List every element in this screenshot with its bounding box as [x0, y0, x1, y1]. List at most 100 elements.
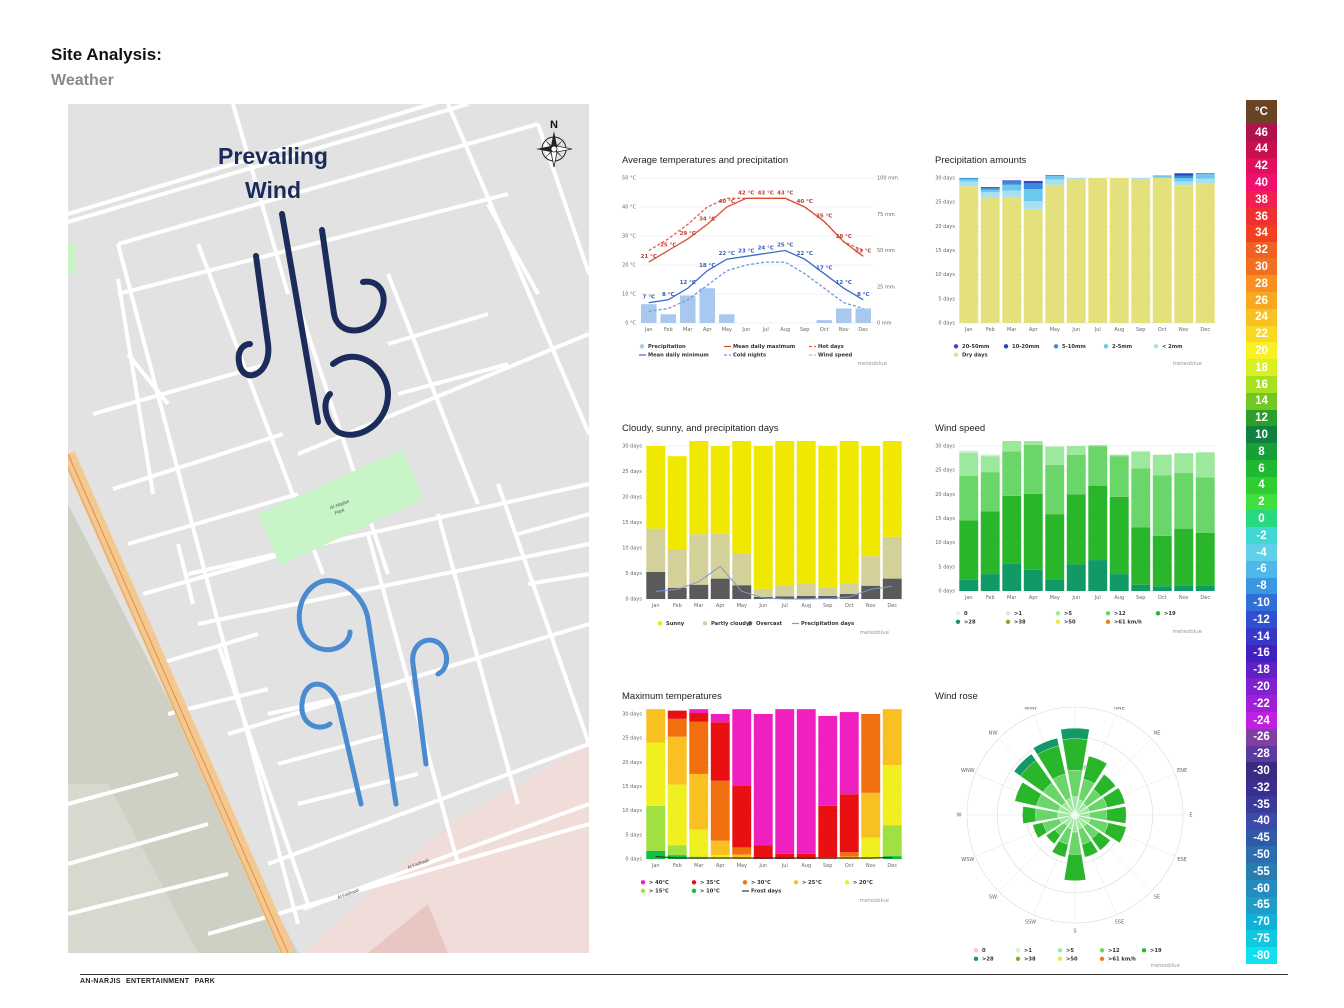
- bar: [882, 825, 902, 857]
- bar: [1023, 493, 1043, 570]
- data-label: 18 °C: [699, 263, 715, 269]
- legend-label: >19: [1150, 948, 1162, 954]
- legend-label: Frost days: [751, 889, 781, 895]
- y-tick-label: 5 days: [625, 571, 642, 577]
- legend-label: Mean daily maximum: [733, 344, 795, 350]
- y-tick-label: 50 °C: [622, 176, 636, 182]
- x-tick-label: Jun: [1071, 327, 1080, 333]
- bar: [1152, 535, 1172, 587]
- bar: [689, 713, 709, 722]
- y2-tick-label: 0 mm: [877, 321, 892, 327]
- data-label: 8 °C: [857, 292, 870, 298]
- x-tick-label: Feb: [664, 327, 673, 333]
- legend-label: >12: [1108, 948, 1120, 954]
- bar: [710, 722, 730, 781]
- bar: [1174, 528, 1194, 586]
- bar: [1066, 179, 1086, 323]
- data-label: 25 °C: [660, 243, 676, 249]
- bar: [732, 585, 752, 599]
- bar: [1174, 453, 1194, 474]
- legend-label: 10-20mm: [1012, 344, 1039, 350]
- data-label: 29 °C: [680, 231, 696, 237]
- bar: [1045, 176, 1065, 180]
- bar: [1152, 178, 1172, 323]
- y-tick-label: 20 days: [935, 224, 955, 230]
- y-tick-label: 5 days: [938, 564, 955, 570]
- rose-direction-label: SW: [989, 895, 997, 901]
- bar: [646, 571, 666, 599]
- bar: [980, 454, 1000, 457]
- rose-direction-label: WNW: [961, 768, 975, 774]
- data-label: 23 °C: [738, 248, 754, 254]
- bar: [1002, 181, 1022, 185]
- bar: [1002, 441, 1022, 452]
- north-label: N: [550, 119, 558, 131]
- scale-cell: 30: [1246, 258, 1277, 276]
- watermark: meteoblue: [1172, 361, 1202, 367]
- bar: [796, 709, 816, 854]
- rose-direction-label: W: [957, 813, 962, 819]
- scale-cell: -22: [1246, 695, 1277, 713]
- y-tick-label: 10 °C: [622, 292, 636, 298]
- bar: [667, 845, 687, 856]
- page-subtitle: Weather: [51, 72, 114, 89]
- x-tick-label: Mar: [1007, 595, 1017, 601]
- chart-title: Average temperatures and precipitation: [622, 155, 789, 166]
- bar: [1023, 569, 1043, 591]
- x-tick-label: Apr: [703, 327, 713, 333]
- bar: [1131, 178, 1151, 323]
- bar: [980, 188, 1000, 190]
- x-tick-label: Jul: [781, 603, 788, 609]
- x-tick-label: Aug: [801, 863, 811, 869]
- legend-label: >50: [1066, 957, 1078, 963]
- legend-label: Precipitation: [648, 344, 686, 350]
- bar: [980, 456, 1000, 473]
- legend-swatch: [639, 344, 645, 349]
- bar: [1002, 451, 1022, 496]
- x-tick-label: Dec: [887, 603, 897, 609]
- legend-swatch: [955, 611, 961, 616]
- legend-label: 5-10mm: [1062, 344, 1086, 350]
- scale-cell: -4: [1246, 544, 1277, 562]
- scale-cell: -75: [1246, 930, 1277, 948]
- legend-label: > 35°C: [700, 880, 720, 886]
- y-tick-label: 20 days: [935, 492, 955, 498]
- bar: [796, 583, 816, 596]
- bar: [1109, 454, 1129, 457]
- bar: [1023, 181, 1043, 184]
- legend-label: Cold nights: [733, 353, 766, 359]
- bar: [1174, 585, 1194, 591]
- bar: [980, 197, 1000, 323]
- bar: [710, 714, 730, 723]
- legend-label: Mean daily minimum: [648, 353, 709, 359]
- data-label: 40 °C: [797, 199, 813, 205]
- bar: [861, 446, 881, 557]
- scale-cell: -14: [1246, 628, 1277, 646]
- legend-swatch: [953, 344, 959, 349]
- rose-direction-label: ESE: [1177, 857, 1187, 863]
- scale-cell: -16: [1246, 644, 1277, 663]
- bar: [959, 452, 979, 476]
- bar: [1045, 446, 1065, 465]
- precip-bar: [836, 308, 852, 323]
- bar: [1088, 560, 1108, 591]
- x-tick-label: Sep: [1136, 595, 1145, 601]
- bar: [861, 714, 881, 793]
- x-tick-label: Apr: [716, 603, 726, 609]
- data-label: 21 °C: [641, 254, 657, 260]
- x-tick-label: Jul: [781, 863, 788, 869]
- scale-cell: 38: [1246, 191, 1277, 209]
- x-tick-label: Feb: [673, 863, 682, 869]
- bar: [689, 441, 709, 535]
- x-tick-label: Feb: [986, 327, 995, 333]
- scale-unit-label: °C: [1246, 100, 1277, 124]
- bar: [861, 792, 881, 838]
- x-tick-label: May: [722, 327, 732, 333]
- rose-direction-label: SSE: [1115, 920, 1125, 926]
- x-tick-label: Mar: [1007, 327, 1017, 333]
- legend-swatch: [793, 880, 799, 885]
- bar: [1131, 584, 1151, 591]
- legend-label: >12: [1114, 611, 1126, 617]
- bar: [1045, 514, 1065, 580]
- x-tick-label: May: [1050, 595, 1060, 601]
